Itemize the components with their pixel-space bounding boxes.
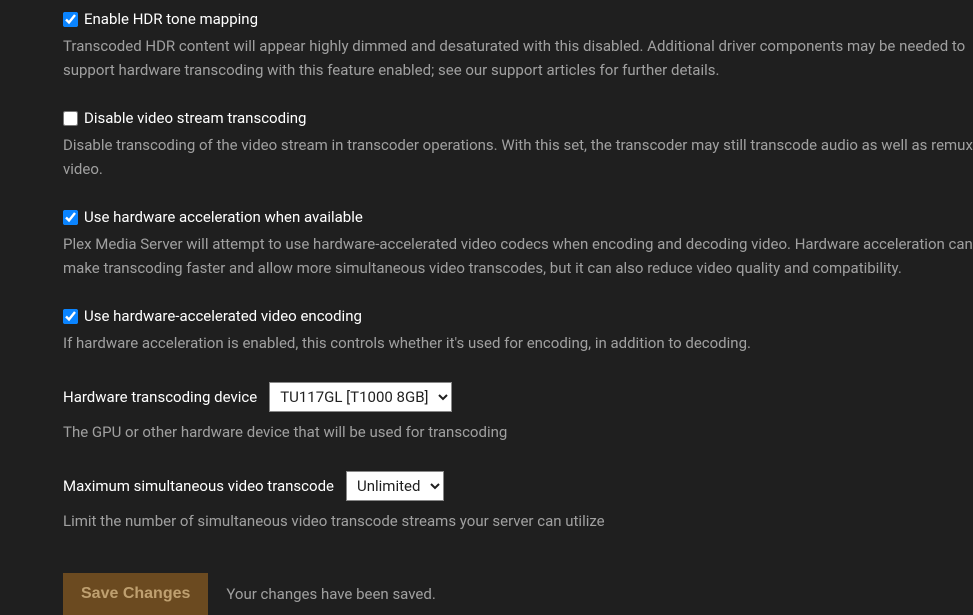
save-status-text: Your changes have been saved. xyxy=(226,585,435,603)
checkbox-row: Use hardware-accelerated video encoding xyxy=(63,307,973,325)
transcoding-device-description: The GPU or other hardware device that wi… xyxy=(63,420,973,444)
transcoding-device-select[interactable]: TU117GL [T1000 8GB] xyxy=(269,382,452,412)
save-changes-button[interactable]: Save Changes xyxy=(63,573,208,615)
hardware-accelerated-encoding-label[interactable]: Use hardware-accelerated video encoding xyxy=(84,307,362,325)
hdr-tone-mapping-checkbox[interactable] xyxy=(63,12,78,27)
disable-video-stream-transcoding-checkbox[interactable] xyxy=(63,111,78,126)
settings-container: Enable HDR tone mapping Transcoded HDR c… xyxy=(0,0,973,615)
disable-video-stream-transcoding-description: Disable transcoding of the video stream … xyxy=(63,133,973,181)
max-simultaneous-transcode-label: Maximum simultaneous video transcode xyxy=(63,477,334,495)
disable-video-stream-transcoding-label[interactable]: Disable video stream transcoding xyxy=(84,109,306,127)
hdr-tone-mapping-description: Transcoded HDR content will appear highl… xyxy=(63,34,973,82)
setting-hardware-acceleration: Use hardware acceleration when available… xyxy=(63,208,973,280)
hardware-acceleration-label[interactable]: Use hardware acceleration when available xyxy=(84,208,363,226)
select-row: Maximum simultaneous video transcode Unl… xyxy=(63,471,973,501)
checkbox-row: Disable video stream transcoding xyxy=(63,109,973,127)
hardware-accelerated-encoding-checkbox[interactable] xyxy=(63,309,78,324)
setting-max-simultaneous-transcode: Maximum simultaneous video transcode Unl… xyxy=(63,471,973,533)
max-simultaneous-transcode-select[interactable]: Unlimited xyxy=(346,471,444,501)
transcoding-device-label: Hardware transcoding device xyxy=(63,388,257,406)
action-row: Save Changes Your changes have been save… xyxy=(63,573,973,615)
select-row: Hardware transcoding device TU117GL [T10… xyxy=(63,382,973,412)
checkbox-row: Use hardware acceleration when available xyxy=(63,208,973,226)
hardware-accelerated-encoding-description: If hardware acceleration is enabled, thi… xyxy=(63,331,973,355)
checkbox-row: Enable HDR tone mapping xyxy=(63,10,973,28)
max-simultaneous-transcode-description: Limit the number of simultaneous video t… xyxy=(63,509,973,533)
setting-transcoding-device: Hardware transcoding device TU117GL [T10… xyxy=(63,382,973,444)
hardware-acceleration-description: Plex Media Server will attempt to use ha… xyxy=(63,232,973,280)
hdr-tone-mapping-label[interactable]: Enable HDR tone mapping xyxy=(84,10,258,28)
setting-disable-video-stream-transcoding: Disable video stream transcoding Disable… xyxy=(63,109,973,181)
setting-hardware-accelerated-encoding: Use hardware-accelerated video encoding … xyxy=(63,307,973,355)
hardware-acceleration-checkbox[interactable] xyxy=(63,210,78,225)
setting-hdr-tone-mapping: Enable HDR tone mapping Transcoded HDR c… xyxy=(63,10,973,82)
